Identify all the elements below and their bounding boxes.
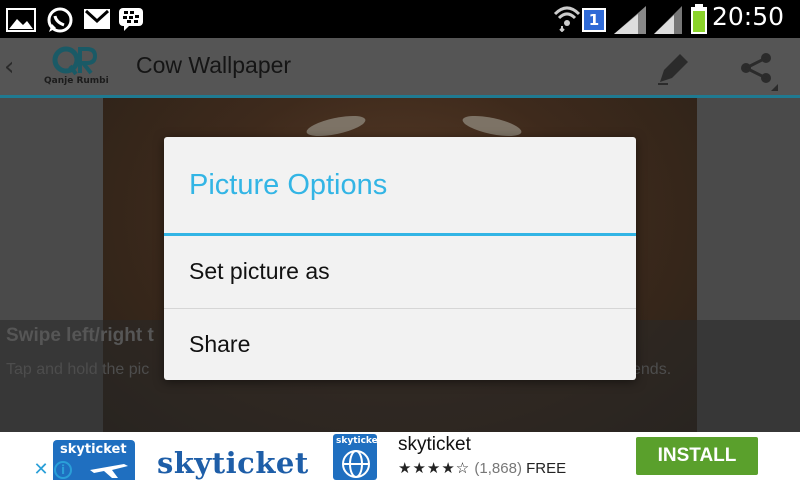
- pen-icon[interactable]: [654, 50, 692, 86]
- option-share[interactable]: Share: [164, 309, 636, 381]
- ad-close-icon[interactable]: ✕: [30, 460, 52, 480]
- gmail-icon: [84, 9, 110, 29]
- ad-app-name: skyticket: [398, 434, 471, 455]
- back-chevron-icon[interactable]: ‹: [4, 52, 14, 82]
- hint-title: Swipe left/right t: [6, 325, 154, 346]
- dialog-title: Picture Options: [189, 169, 388, 201]
- option-label: Share: [189, 331, 251, 357]
- gallery-icon: [6, 8, 36, 32]
- ad-wordmark: skyticket: [157, 446, 309, 480]
- ad-badge-text: skyticket: [60, 442, 127, 457]
- app-title: Cow Wallpaper: [136, 52, 292, 78]
- globe-icon: [342, 450, 370, 478]
- ad-rating: ★★★★☆ (1,868) FREE: [398, 459, 566, 477]
- status-bar: 1 20:50: [0, 0, 800, 38]
- ad-info-icon[interactable]: i: [54, 461, 72, 479]
- hint-text-end: ends.: [632, 361, 672, 378]
- logo-caption: Qanje Rumbi: [44, 76, 109, 86]
- hint-text: Tap and hold the pic: [6, 361, 150, 378]
- picture-options-dialog: Picture Options Set picture as Share: [164, 137, 636, 380]
- option-set-picture-as[interactable]: Set picture as: [164, 236, 636, 308]
- sim-badge: 1: [582, 8, 606, 32]
- clock: 20:50: [711, 2, 784, 31]
- signal-icon: [614, 6, 646, 34]
- ad-app-icon-text: skyticket: [336, 436, 383, 446]
- airplane-icon: [90, 464, 128, 478]
- rating-count: (1,868): [474, 460, 522, 477]
- whatsapp-icon: [47, 7, 73, 33]
- screen: 1 20:50 ‹ Qanje Rumbi Cow Wallpaper Swip…: [0, 0, 800, 480]
- battery-icon: [691, 4, 707, 34]
- share-icon[interactable]: [738, 50, 780, 92]
- wifi-icon: [553, 6, 581, 32]
- app-logo[interactable]: Qanje Rumbi: [40, 44, 109, 92]
- install-button[interactable]: INSTALL: [636, 437, 758, 475]
- bbm-icon: [119, 8, 143, 31]
- ad-price: FREE: [526, 460, 567, 477]
- rating-stars: ★★★★☆: [398, 460, 471, 477]
- signal-icon: [654, 6, 682, 34]
- option-label: Set picture as: [189, 258, 330, 284]
